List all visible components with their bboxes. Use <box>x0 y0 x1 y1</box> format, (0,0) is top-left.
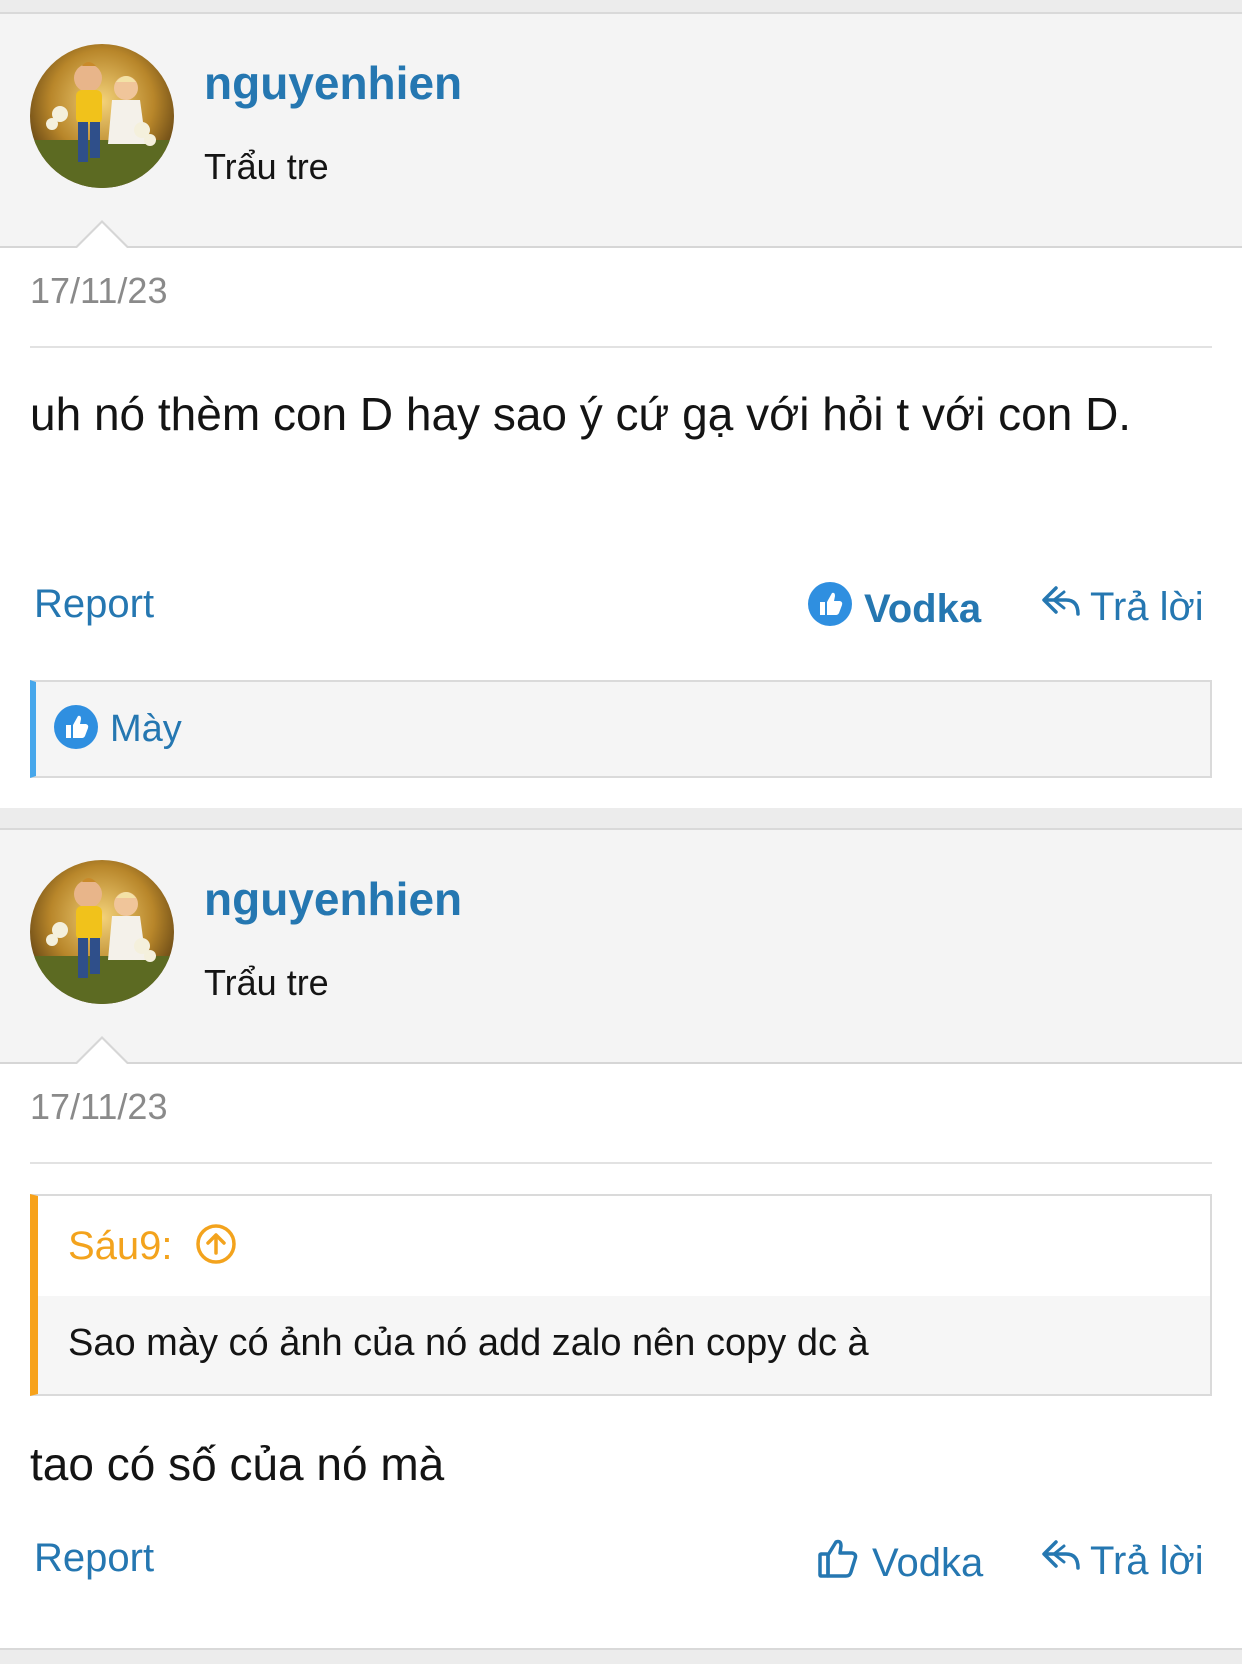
post-header: nguyenhien Trẩu tre <box>0 830 1242 1065</box>
like-button[interactable]: Vodka <box>808 582 981 636</box>
post-date[interactable]: 17/11/23 <box>30 1086 167 1128</box>
post-1: nguyenhien Trẩu tre 17/11/23 uh nó thèm … <box>0 12 1242 808</box>
post-date[interactable]: 17/11/23 <box>30 270 167 312</box>
reply-button[interactable]: Trả lời <box>1040 582 1204 632</box>
thumbs-up-filled-icon <box>54 704 98 754</box>
page-bottom-divider <box>0 1648 1242 1664</box>
header-pointer <box>74 220 130 249</box>
post-header: nguyenhien Trẩu tre <box>0 14 1242 249</box>
user-title: Trẩu tre <box>204 146 329 187</box>
reactions-bar[interactable]: Mày <box>30 680 1212 778</box>
user-title: Trẩu tre <box>204 962 329 1003</box>
reply-button[interactable]: Trả lời <box>1040 1536 1204 1586</box>
reply-label: Trả lời <box>1090 1538 1204 1583</box>
reply-label: Trả lời <box>1090 584 1204 629</box>
report-link[interactable]: Report <box>34 1536 154 1581</box>
post-message: uh nó thèm con D hay sao ý cứ gạ với hỏi… <box>30 388 1132 440</box>
thumbs-up-filled-icon <box>808 582 852 636</box>
quote-text: Sao mày có ảnh của nó add zalo nên copy … <box>68 1322 869 1364</box>
username[interactable]: nguyenhien <box>204 56 462 110</box>
like-button[interactable]: Vodka <box>816 1536 983 1590</box>
header-pointer <box>74 1036 130 1065</box>
quote-author[interactable]: Sáu9: <box>68 1224 173 1269</box>
like-label: Vodka <box>864 586 982 631</box>
reaction-users[interactable]: Mày <box>110 708 182 751</box>
thumbs-up-outline-icon <box>816 1536 860 1590</box>
like-label: Vodka <box>872 1540 984 1585</box>
post-actions: Report Vodka Trả lời <box>0 576 1242 636</box>
user-avatar[interactable] <box>30 860 174 1004</box>
post-message: tao có số của nó mà <box>30 1438 445 1490</box>
user-avatar[interactable] <box>30 44 174 188</box>
quote-header: Sáu9: <box>38 1196 1210 1296</box>
arrow-up-circle-icon[interactable] <box>195 1223 237 1270</box>
reply-arrow-icon <box>1040 1536 1082 1586</box>
username[interactable]: nguyenhien <box>204 872 462 926</box>
report-link[interactable]: Report <box>34 582 154 627</box>
quote-block: Sáu9: Sao mày có ảnh của nó add zalo nên… <box>30 1194 1212 1396</box>
post-2: nguyenhien Trẩu tre 17/11/23 Sáu9: Sao m… <box>0 828 1242 1648</box>
divider <box>30 1162 1212 1164</box>
post-actions: Report Vodka Trả lời <box>0 1530 1242 1590</box>
reply-arrow-icon <box>1040 582 1082 632</box>
divider <box>30 346 1212 348</box>
